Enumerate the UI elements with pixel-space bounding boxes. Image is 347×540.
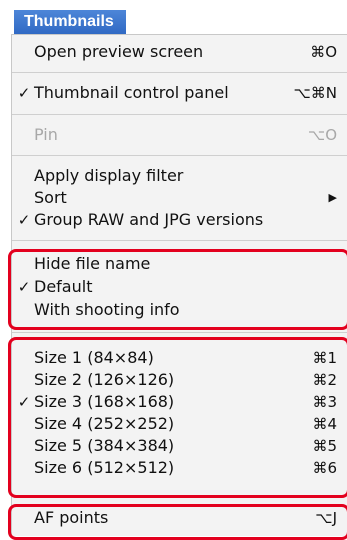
menu-item-shortcut: ⌥J xyxy=(315,509,337,527)
menu-item-shortcut: ⌘O xyxy=(310,43,337,61)
menu-item-label: Thumbnail control panel xyxy=(34,83,229,102)
menu-item-label: Size 1 (84×84) xyxy=(34,348,154,367)
menu-separator xyxy=(12,332,347,333)
menu-item-size-4[interactable]: Size 4 (252×252) ⌘4 xyxy=(12,413,347,435)
menu-item-label: Size 5 (384×384) xyxy=(34,436,175,455)
menu-item-with-shooting-info[interactable]: With shooting info xyxy=(12,299,347,321)
menu-item-size-6[interactable]: Size 6 (512×512) ⌘6 xyxy=(12,457,347,479)
menu-item-hide-file-name[interactable]: Hide file name xyxy=(12,253,347,275)
menu-item-open-preview-screen[interactable]: Open preview screen ⌘O xyxy=(12,41,347,63)
menu-item-label: Size 4 (252×252) xyxy=(34,414,175,433)
menu-item-apply-display-filter[interactable]: Apply display filter xyxy=(12,165,347,187)
menu-item-label: Open preview screen xyxy=(34,42,204,61)
checkmark-icon: ✓ xyxy=(17,393,31,411)
menu-item-shortcut: ⌘1 xyxy=(312,349,337,367)
menu-item-af-points[interactable]: AF points ⌥J xyxy=(12,507,347,529)
menu-separator xyxy=(12,72,347,73)
menu-item-shortcut: ⌘5 xyxy=(312,437,337,455)
checkmark-icon: ✓ xyxy=(17,84,31,102)
menu-item-shortcut: ⌘6 xyxy=(312,459,337,477)
menu-item-label: AF points xyxy=(34,508,109,527)
menu-item-label: Default xyxy=(34,277,93,296)
menu-item-shortcut: ⌘3 xyxy=(312,393,337,411)
menu-item-label: Apply display filter xyxy=(34,166,184,185)
menu-item-size-3[interactable]: ✓ Size 3 (168×168) ⌘3 xyxy=(12,391,347,413)
menu-item-group-raw-jpg[interactable]: ✓ Group RAW and JPG versions xyxy=(12,209,347,231)
checkmark-icon: ✓ xyxy=(17,278,31,296)
submenu-arrow-icon: ▶ xyxy=(328,191,337,204)
menu-item-size-2[interactable]: Size 2 (126×126) ⌘2 xyxy=(12,369,347,391)
menu-item-shortcut: ⌘4 xyxy=(312,415,337,433)
menu-item-default[interactable]: ✓ Default xyxy=(12,276,347,298)
menu-item-label: Hide file name xyxy=(34,254,151,273)
thumbnails-menu: Open preview screen ⌘O ✓ Thumbnail contr… xyxy=(11,34,347,536)
menu-separator xyxy=(12,114,347,115)
menu-separator xyxy=(12,240,347,241)
menu-item-label: Pin xyxy=(34,125,58,144)
menu-item-label: Sort xyxy=(34,188,67,207)
menu-item-shortcut: ⌥⌘N xyxy=(293,84,337,102)
menu-item-pin: Pin ⌥O xyxy=(12,124,347,146)
menu-item-label: Size 6 (512×512) xyxy=(34,458,175,477)
menu-separator xyxy=(12,155,347,156)
checkmark-icon: ✓ xyxy=(17,211,31,229)
menu-item-thumbnail-control-panel[interactable]: ✓ Thumbnail control panel ⌥⌘N xyxy=(12,82,347,104)
menu-item-label: Group RAW and JPG versions xyxy=(34,210,264,229)
menu-title[interactable]: Thumbnails xyxy=(14,10,126,34)
menu-item-size-1[interactable]: Size 1 (84×84) ⌘1 xyxy=(12,347,347,369)
menu-item-shortcut: ⌘2 xyxy=(312,371,337,389)
menu-separator xyxy=(12,495,347,496)
menu-item-label: With shooting info xyxy=(34,300,180,319)
menu-item-shortcut: ⌥O xyxy=(307,126,337,144)
menu-item-size-5[interactable]: Size 5 (384×384) ⌘5 xyxy=(12,435,347,457)
menu-item-label: Size 3 (168×168) xyxy=(34,392,175,411)
menu-item-sort[interactable]: Sort ▶ xyxy=(12,187,347,209)
menu-item-label: Size 2 (126×126) xyxy=(34,370,175,389)
